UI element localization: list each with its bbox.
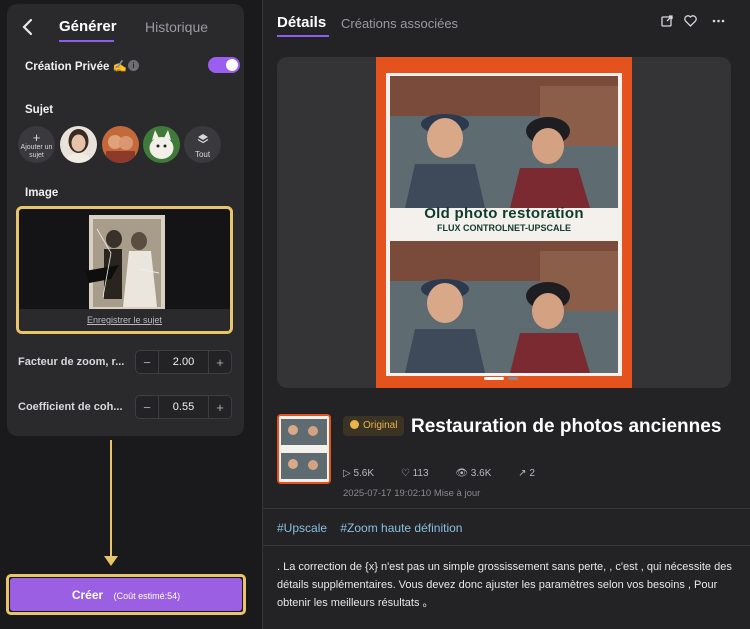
- create-cost: (Coût estimé:54): [113, 591, 181, 601]
- work-thumbnail[interactable]: [277, 414, 331, 484]
- poster-subtitle: FLUX CONTROLNET-UPSCALE: [437, 223, 571, 233]
- updated-date: 2025-07-17 19:02:10 Mise à jour: [343, 488, 481, 499]
- portrait-image: [60, 126, 97, 163]
- tab-active-underline: [59, 40, 114, 42]
- back-button[interactable]: [21, 18, 37, 36]
- annotation-arrow-head: [104, 556, 118, 566]
- more-icon[interactable]: [712, 15, 725, 30]
- restored-photo-top: [390, 76, 618, 208]
- original-badge: Original: [343, 416, 405, 436]
- tag-list: #Upscale #Zoom haute définition: [277, 521, 472, 535]
- couple-image: [102, 126, 139, 163]
- register-subject-bar: Enregistrer le sujet: [19, 309, 230, 331]
- left-panel: Générer Historique Création Privée ✍️ i …: [0, 0, 250, 629]
- old-photo-image: [85, 215, 165, 309]
- zoom-increment-button[interactable]: +: [209, 355, 231, 370]
- plus-icon: +: [32, 130, 41, 145]
- plays-stat: ▷ 5.6K: [343, 468, 375, 479]
- zoom-factor-value[interactable]: 2.00: [158, 351, 209, 373]
- image-label: Image: [25, 187, 59, 199]
- zoom-factor-stepper[interactable]: − 2.00 +: [135, 350, 232, 374]
- create-button[interactable]: Créer (Coût estimé:54): [10, 578, 242, 611]
- coef-increment-button[interactable]: +: [209, 400, 231, 415]
- annotation-arrow-line: [110, 440, 112, 562]
- subject-avatar-dog[interactable]: [143, 126, 180, 163]
- zoom-decrement-button[interactable]: −: [136, 355, 158, 370]
- subject-avatar-woman[interactable]: [60, 126, 97, 163]
- work-description: . La correction de {x} n'est pas un simp…: [277, 561, 732, 609]
- restored-photo-bottom: [390, 241, 618, 373]
- register-subject-link[interactable]: Enregistrer le sujet: [87, 315, 162, 325]
- tab-active-underline: [277, 35, 329, 37]
- details-panel: Détails Créations associées Old photo re…: [262, 0, 750, 629]
- external-link-icon[interactable]: [661, 15, 673, 30]
- create-button-highlight: Créer (Coût estimé:54): [6, 574, 246, 615]
- private-creation-label: Création Privée ✍️: [25, 61, 127, 73]
- add-subject-button[interactable]: + Ajouter un sujet: [18, 126, 55, 163]
- original-badge-label: Original: [363, 420, 398, 431]
- heart-icon[interactable]: [684, 15, 697, 30]
- dog-image: [143, 126, 180, 163]
- tab-history[interactable]: Historique: [145, 19, 208, 35]
- tab-generate[interactable]: Générer: [59, 18, 117, 35]
- coherence-coef-stepper[interactable]: − 0.55 +: [135, 395, 232, 419]
- zoom-factor-label: Facteur de zoom, r...: [18, 356, 125, 368]
- info-icon[interactable]: i: [128, 60, 139, 71]
- add-subject-label: Ajouter un sujet: [20, 144, 53, 159]
- all-label: Tout: [194, 150, 211, 159]
- tab-related-creations[interactable]: Créations associées: [341, 16, 458, 31]
- subject-avatar-couple[interactable]: [102, 126, 139, 163]
- coherence-coef-label: Coefficient de coh...: [18, 401, 123, 413]
- all-subjects-button[interactable]: Tout: [184, 126, 221, 163]
- tag-hd-zoom[interactable]: #Zoom haute définition: [340, 521, 462, 535]
- original-icon: [350, 420, 359, 429]
- divider: [263, 545, 750, 546]
- tab-details[interactable]: Détails: [277, 14, 326, 31]
- result-poster[interactable]: Old photo restoration FLUX CONTROLNET-UP…: [376, 57, 632, 388]
- divider: [263, 508, 750, 509]
- work-stats: ▷ 5.6K ♡ 113 👁 3.6K ↗ 2: [343, 468, 559, 479]
- views-stat: 👁 3.6K: [455, 468, 492, 479]
- coherence-coef-value[interactable]: 0.55: [158, 396, 209, 418]
- carousel-dots[interactable]: [484, 377, 524, 380]
- tag-upscale[interactable]: #Upscale: [277, 521, 327, 535]
- preview-area: Old photo restoration FLUX CONTROLNET-UP…: [277, 57, 731, 388]
- chevron-left-icon: [22, 18, 33, 36]
- uploaded-image-box[interactable]: Enregistrer le sujet: [16, 206, 233, 334]
- layers-icon: [184, 133, 221, 148]
- toggle-knob: [226, 59, 238, 71]
- create-label: Créer: [71, 588, 104, 602]
- shares-stat: ↗ 2: [518, 468, 535, 479]
- poster-title: Old photo restoration: [424, 205, 584, 222]
- private-toggle[interactable]: [208, 57, 240, 73]
- subject-label: Sujet: [25, 104, 54, 116]
- coef-decrement-button[interactable]: −: [136, 400, 158, 415]
- likes-stat: ♡ 113: [400, 468, 429, 479]
